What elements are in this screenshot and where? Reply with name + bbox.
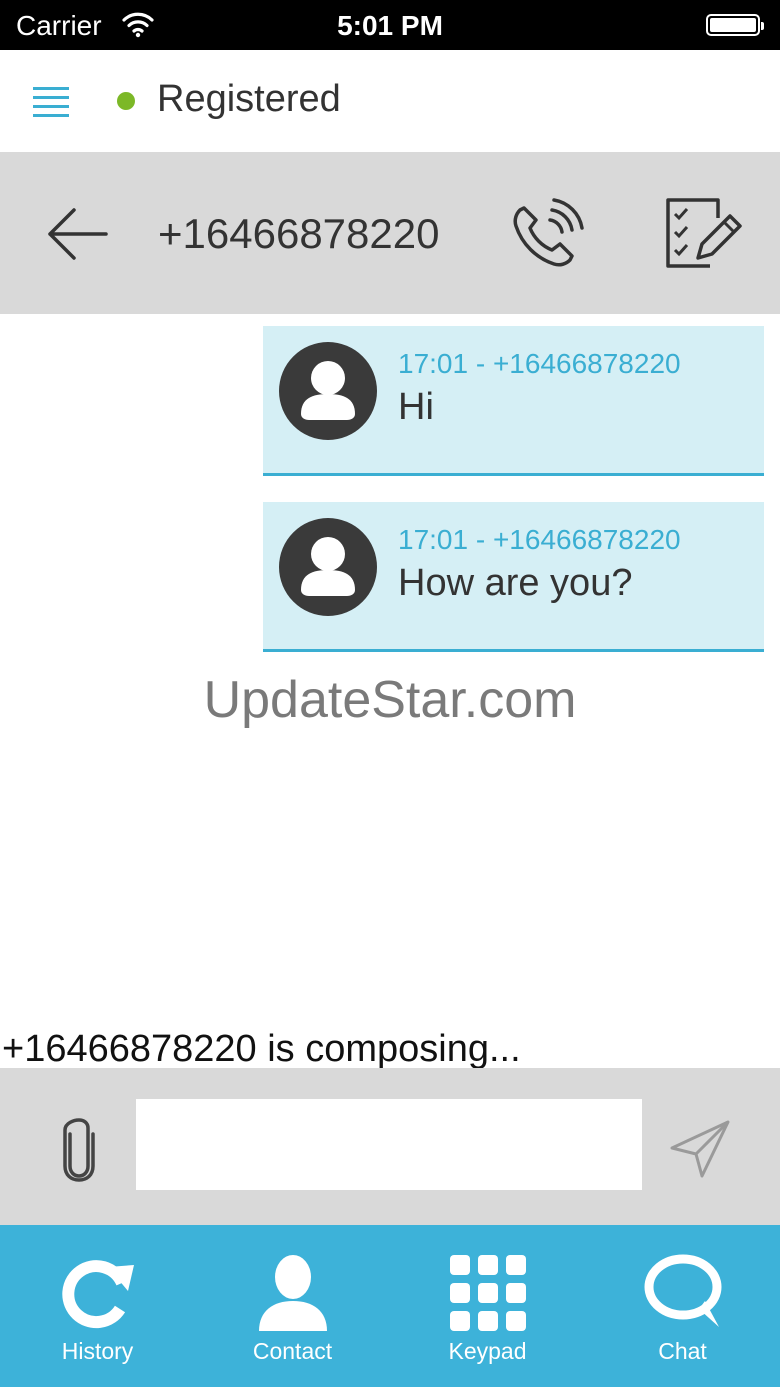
composing-indicator: +16466878220 is composing...	[2, 1028, 521, 1070]
tab-label: Chat	[658, 1338, 707, 1364]
message-input-bar	[0, 1068, 780, 1225]
message-bubble[interactable]: 17:01 - +16466878220 Hi	[263, 326, 764, 476]
tab-contact[interactable]: Contact	[195, 1225, 390, 1387]
tab-label: Contact	[252, 1338, 333, 1364]
avatar-icon	[279, 518, 377, 616]
message-meta: 17:01 - +16466878220	[398, 348, 681, 379]
history-icon	[62, 1260, 134, 1329]
tab-chat[interactable]: Chat	[585, 1225, 780, 1387]
bottom-tab-bar: History Contact Keypad Chat	[0, 1225, 780, 1387]
message-bubble[interactable]: 17:01 - +16466878220 How are you?	[263, 502, 764, 652]
conversation-header: +16466878220	[0, 152, 780, 314]
tab-keypad[interactable]: Keypad	[390, 1225, 585, 1387]
hamburger-menu-icon[interactable]	[33, 84, 69, 120]
registration-status-dot	[117, 92, 135, 110]
message-text: Hi	[398, 386, 434, 428]
tab-label: History	[61, 1338, 134, 1364]
message-input[interactable]	[136, 1099, 642, 1190]
battery-icon	[706, 14, 764, 36]
status-bar: Carrier 5:01 PM	[0, 0, 780, 50]
message-meta: 17:01 - +16466878220	[398, 524, 681, 555]
notes-edit-icon[interactable]	[662, 196, 742, 276]
message-text: How are you?	[398, 562, 633, 604]
keypad-icon	[450, 1255, 526, 1331]
watermark: UpdateStar.com	[203, 671, 577, 729]
send-icon[interactable]	[668, 1118, 732, 1180]
app-header: Registered	[0, 50, 780, 152]
contact-number: +16466878220	[158, 210, 440, 257]
tab-history[interactable]: History	[0, 1225, 195, 1387]
registration-status: Registered	[157, 78, 341, 120]
avatar-icon	[279, 342, 377, 440]
call-icon[interactable]	[506, 196, 586, 276]
clock: 5:01 PM	[337, 10, 443, 41]
tab-label: Keypad	[448, 1338, 527, 1364]
back-arrow-icon[interactable]	[44, 202, 110, 266]
paperclip-icon[interactable]	[56, 1114, 102, 1182]
contact-icon	[259, 1255, 327, 1331]
chat-icon	[644, 1254, 722, 1327]
